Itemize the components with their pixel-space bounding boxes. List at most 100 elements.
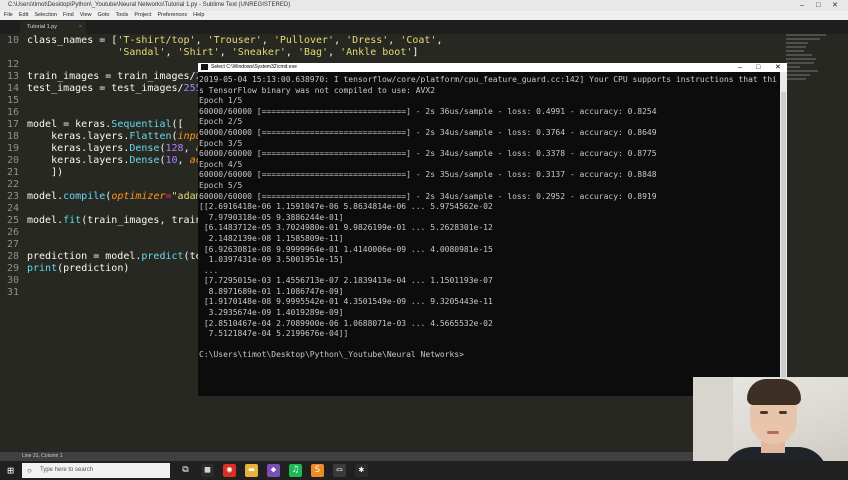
taskbar-search-input[interactable]: ○ Type here to search xyxy=(22,463,170,478)
app-icon[interactable]: ✱ xyxy=(355,464,368,477)
window-titlebar: C:\Users\timot\Desktop\Python\_Youtube\N… xyxy=(0,0,848,11)
code-text: model.compile(optimizer="adam" xyxy=(27,191,208,202)
code-text: keras.layers.Flatten(input xyxy=(27,131,208,142)
menu-file[interactable]: File xyxy=(4,12,13,18)
line-number: 13 xyxy=(6,71,19,82)
presenter-hair xyxy=(747,379,801,405)
line-number: 29 xyxy=(6,263,19,274)
tab-close-icon[interactable]: × xyxy=(79,21,82,34)
line-number: 14 xyxy=(6,83,19,94)
cmd-output-line: 7.9790318e-05 9.3886244e-01] xyxy=(199,212,344,222)
cmd-output-line: 60000/60000 [===========================… xyxy=(199,170,657,180)
menu-edit[interactable]: Edit xyxy=(19,12,28,18)
line-number: 17 xyxy=(6,119,19,130)
spotify-icon[interactable]: ♫ xyxy=(289,464,302,477)
code-text: class_names = ['T-shirt/top', 'Trouser',… xyxy=(27,35,443,46)
cmd-output-line: [7.7295015e-03 1.4556713e-07 2.1839413e-… xyxy=(199,276,493,286)
menu-tools[interactable]: Tools xyxy=(115,12,128,18)
line-number: 28 xyxy=(6,251,19,262)
sublime-icon[interactable]: S xyxy=(311,464,324,477)
cmd-minimize-button[interactable]: – xyxy=(738,63,742,72)
code-text: ]) xyxy=(27,167,64,178)
cmd-output-line: [6.1483712e-05 3.7024980e-01 9.9826199e-… xyxy=(199,223,493,233)
menu-view[interactable]: View xyxy=(80,12,92,18)
cmd-output-line: 60000/60000 [===========================… xyxy=(199,191,657,201)
cmd-output-line: 60000/60000 [===========================… xyxy=(199,149,657,159)
menu-bar: File Edit Selection Find View Goto Tools Projec… xyxy=(0,11,848,20)
maximize-button[interactable]: □ xyxy=(816,0,820,11)
line-number: 16 xyxy=(6,107,19,118)
cmd-close-button[interactable]: ✕ xyxy=(775,63,781,72)
line-number: 31 xyxy=(6,287,19,298)
cmd-icon[interactable]: ▭ xyxy=(333,464,346,477)
close-button[interactable]: ✕ xyxy=(832,0,838,11)
line-number: 24 xyxy=(6,203,19,214)
chrome-icon[interactable]: ◉ xyxy=(223,464,236,477)
cmd-output-line: Epoch 3/5 xyxy=(199,138,243,148)
cmd-output-line: 1.0397431e-09 3.5001951e-15] xyxy=(199,255,344,265)
cmd-output-line: 8.8971689e-01 1.1086747e-09] xyxy=(199,286,344,296)
line-number: 25 xyxy=(6,215,19,226)
line-number: 26 xyxy=(6,227,19,238)
windows-start-icon[interactable]: ⊞ xyxy=(4,464,17,477)
cmd-output-line: Epoch 1/5 xyxy=(199,96,243,106)
minimize-button[interactable]: – xyxy=(800,0,804,11)
cmd-output-line: s TensorFlow binary was not compiled to … xyxy=(199,85,436,95)
code-text: model = keras.Sequential([ xyxy=(27,119,184,130)
cmd-output-line xyxy=(199,340,779,351)
cmd-output-line: [[2.6916418e-06 1.1591047e-06 5.8634814e… xyxy=(199,202,493,212)
window-title: C:\Users\timot\Desktop\Python\_Youtube\N… xyxy=(8,2,291,8)
cmd-output-line: [2.8510467e-04 2.7089900e-06 1.0688071e-… xyxy=(199,318,493,328)
menu-goto[interactable]: Goto xyxy=(98,12,110,18)
cmd-output-line: 2019-05-04 15:13:00.638970: I tensorflow… xyxy=(199,75,777,84)
cmd-output-line: 3.2935674e-09 1.4019289e-09] xyxy=(199,308,344,318)
line-number: 15 xyxy=(6,95,19,106)
cmd-window[interactable]: Select C:\Windows\System32\cmd.exe – □ ✕… xyxy=(198,63,787,396)
menu-project[interactable]: Project xyxy=(134,12,151,18)
cmd-scrollbar[interactable] xyxy=(780,72,787,396)
line-number: 27 xyxy=(6,239,19,250)
visual-studio-icon[interactable]: ◆ xyxy=(267,464,280,477)
line-number: 12 xyxy=(6,59,19,70)
file-explorer-icon[interactable]: ▬ xyxy=(245,464,258,477)
cursor-position: Line 31, Column 1 xyxy=(22,453,63,459)
menu-preferences[interactable]: Preferences xyxy=(157,12,187,18)
search-placeholder: Type here to search xyxy=(40,467,94,473)
store-icon[interactable]: ▦ xyxy=(201,464,214,477)
menu-selection[interactable]: Selection xyxy=(34,12,57,18)
cmd-scroll-thumb[interactable] xyxy=(781,92,786,377)
code-text: keras.layers.Dense(128, act xyxy=(27,143,214,154)
menu-help[interactable]: Help xyxy=(193,12,204,18)
line-number: 10 xyxy=(6,35,19,46)
cmd-icon xyxy=(201,64,208,70)
cmd-output-line: Epoch 5/5 xyxy=(199,180,243,190)
code-text: print(prediction) xyxy=(27,263,130,274)
tab-label: Tutorial 1.py xyxy=(27,24,58,30)
taskbar: ⊞ ○ Type here to search ⧉ ▦ ◉ ▬ ◆ ♫ S ▭ ✱ xyxy=(0,461,848,480)
code-text: prediction = model.predict(test xyxy=(27,251,214,262)
cmd-output-line: 7.5121847e-04 5.2199676e-04]] xyxy=(199,329,349,339)
line-number: 30 xyxy=(6,275,19,286)
line-number: 19 xyxy=(6,143,19,154)
line-number: 18 xyxy=(6,131,19,142)
cmd-output-line: 2.1482139e-08 1.1585809e-11] xyxy=(199,233,344,243)
cmd-output-line: 60000/60000 [===========================… xyxy=(199,106,657,116)
code-text: model.fit(train_images, train_ xyxy=(27,215,208,226)
tab-bar: Tutorial 1.py × xyxy=(0,20,848,34)
minimap[interactable] xyxy=(786,34,836,114)
cmd-title: Select C:\Windows\System32\cmd.exe xyxy=(211,64,297,70)
cmd-output-line: Epoch 4/5 xyxy=(199,159,243,169)
menu-find[interactable]: Find xyxy=(63,12,74,18)
code-text: keras.layers.Dense(10, act xyxy=(27,155,208,166)
code-text: 'Sandal', 'Shirt', 'Sneaker', 'Bag', 'An… xyxy=(117,47,419,58)
cmd-output-line: Epoch 2/5 xyxy=(199,117,243,127)
code-text: test_images = test_images/255. xyxy=(27,83,208,94)
search-icon: ○ xyxy=(27,466,32,475)
line-number: 22 xyxy=(6,179,19,190)
cmd-output-line: [1.9170148e-08 9.9995542e-01 4.3501549e-… xyxy=(199,297,493,307)
cmd-maximize-button[interactable]: □ xyxy=(756,63,760,72)
cmd-output[interactable]: 2019-05-04 15:13:00.638970: I tensorflow… xyxy=(199,75,779,393)
tab-tutorial-1[interactable]: Tutorial 1.py × xyxy=(20,21,86,34)
line-number: 23 xyxy=(6,191,19,202)
task-view-icon[interactable]: ⧉ xyxy=(179,464,192,477)
